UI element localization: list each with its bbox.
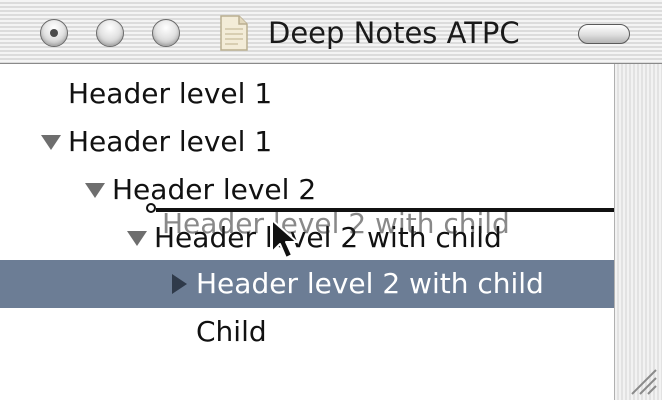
outline-row[interactable]: Header level 1 [0, 118, 614, 166]
resize-grip-icon[interactable] [622, 360, 658, 396]
row-label: Header level 1 [68, 125, 273, 158]
drop-indicator-circle [146, 203, 156, 213]
window-title: Deep Notes ATPC [268, 16, 520, 50]
toolbar-toggle-button[interactable] [578, 24, 630, 44]
disclosure-right-icon[interactable] [166, 260, 192, 308]
row-label: Child [196, 315, 267, 348]
outline-row[interactable]: Header level 1 [0, 70, 614, 118]
outline-row-selected[interactable]: Header level 2 with child [0, 260, 614, 308]
zoom-button[interactable] [152, 19, 180, 47]
close-button-icon [50, 29, 58, 37]
title-bar[interactable]: Deep Notes ATPC [0, 0, 662, 64]
row-label: Header level 2 with child [196, 267, 544, 300]
arrow-cursor-icon [271, 219, 298, 259]
vertical-scrollbar[interactable] [614, 64, 662, 400]
disclosure-down-icon[interactable] [38, 118, 64, 166]
minimize-button[interactable] [96, 19, 124, 47]
document-window: Deep Notes ATPC Header level 1 Header le… [0, 0, 662, 400]
close-button[interactable] [40, 19, 68, 47]
drop-indicator-line [156, 208, 614, 212]
outline-row[interactable]: Child [0, 308, 614, 356]
document-icon[interactable] [218, 14, 250, 52]
disclosure-down-icon[interactable] [82, 166, 108, 214]
disclosure-down-icon[interactable] [124, 214, 150, 262]
row-label: Header level 1 [68, 77, 273, 110]
